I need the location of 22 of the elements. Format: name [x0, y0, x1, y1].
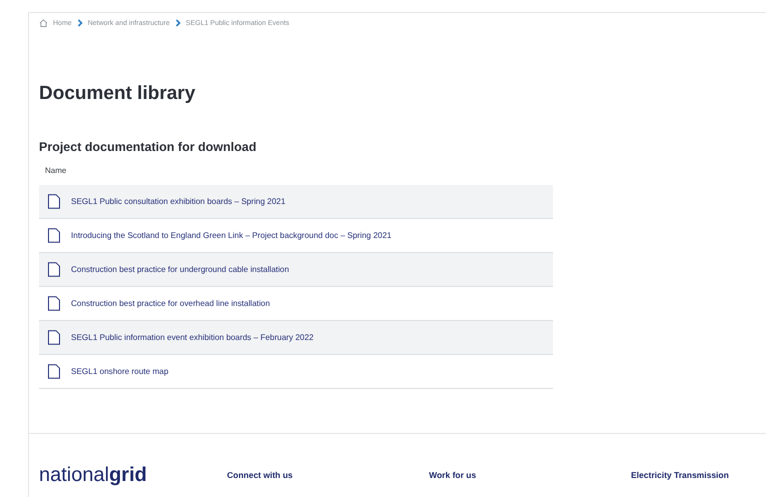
column-header: Name: [44, 165, 68, 177]
document-link[interactable]: Construction best practice for underground cable installation: [71, 265, 290, 274]
file-icon: [47, 364, 61, 379]
file-icon: [47, 296, 61, 311]
document-link[interactable]: SEGL1 onshore route map: [71, 367, 168, 376]
footer-heading: Connect with us: [227, 470, 294, 482]
footer-heading: Work for us: [429, 470, 478, 482]
section-heading: Project documentation for download: [39, 139, 258, 155]
file-icon: [47, 228, 61, 243]
document-link[interactable]: Construction best practice for overhead line installation: [71, 299, 270, 308]
file-icon: [47, 194, 61, 209]
file-icon: [47, 262, 61, 277]
file-icon: [47, 330, 61, 345]
document-link[interactable]: SEGL1 Public information event exhibition boards – February 2022: [71, 333, 314, 342]
document-link[interactable]: SEGL1 Public consultation exhibition boards – Spring 2021: [71, 197, 286, 206]
document-link[interactable]: Introducing the Scotland to England Green Link – Project background doc – Spring 2021: [71, 231, 392, 240]
page-title: Document library: [39, 82, 196, 106]
chevron-icon: [76, 19, 83, 27]
home-icon: [39, 19, 48, 27]
footer-heading: Electricity Transmission: [631, 470, 730, 482]
chevron-icon: [174, 19, 181, 27]
logo[interactable]: nationalgrid: [39, 464, 227, 486]
